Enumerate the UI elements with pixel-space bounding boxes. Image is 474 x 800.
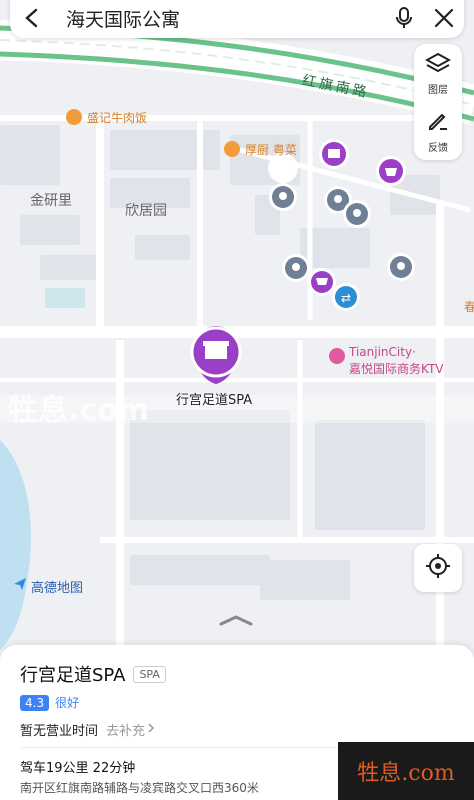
watermark-badge: 牲息.com — [338, 742, 474, 800]
back-arrow-icon[interactable] — [10, 0, 54, 40]
hours-text: 暂无营业时间 — [20, 724, 99, 739]
area-label-xinjuyuan: 欣居园 — [125, 203, 167, 219]
poi-label-ktv-line2: 嘉悦国际商务KTV — [349, 362, 444, 376]
address: 南开区红旗南路辅路与凌宾路交叉口西360米 — [20, 781, 259, 795]
close-icon[interactable] — [424, 0, 464, 38]
title-row: 行宫足道SPA SPA — [20, 661, 166, 687]
poi-label-ktv-line1: TianjinCity· — [349, 345, 416, 359]
watermark-text: 牲息.com — [357, 761, 455, 786]
drive-info: 驾车19公里 22分钟 — [20, 761, 136, 776]
search-bar[interactable]: 海天国际公寓 — [10, 0, 464, 38]
feedback-button[interactable]: 反馈 — [414, 102, 462, 160]
map-tools-panel: 图层 反馈 — [414, 44, 462, 160]
selected-poi-label[interactable]: 行宫足道SPA — [176, 389, 252, 408]
watermark-ghost: 牲息.com — [8, 393, 150, 428]
cart-marker-icon[interactable] — [308, 268, 336, 296]
shop-marker-icon[interactable] — [319, 139, 349, 169]
layers-button[interactable]: 图层 — [414, 44, 462, 102]
layers-icon — [424, 51, 452, 79]
location-pin-icon[interactable] — [282, 254, 310, 282]
feedback-label: 反馈 — [428, 142, 448, 154]
category-tag: SPA — [133, 665, 166, 683]
microphone-icon[interactable] — [384, 0, 424, 38]
feedback-pencil-icon — [426, 109, 450, 137]
rating-score: 4.3 — [20, 694, 50, 711]
poi-title: 行宫足道SPA — [20, 665, 126, 686]
area-label-jinyanli: 金研里 — [30, 193, 72, 209]
layers-label: 图层 — [428, 84, 448, 96]
search-query[interactable]: 海天国际公寓 — [66, 5, 384, 32]
locate-me-button[interactable] — [414, 544, 462, 592]
locate-crosshair-icon — [425, 553, 451, 583]
supplement-link[interactable]: 去补充 — [106, 720, 145, 739]
location-pin-icon[interactable] — [387, 253, 415, 281]
map-pin-tail-icon — [213, 378, 219, 384]
bus-stop-marker-icon[interactable]: ⇄ — [332, 283, 360, 311]
amap-logo: 高德地图 — [12, 576, 83, 596]
poi-label-beef: 盛记牛肉饭 — [87, 111, 148, 125]
location-pin-icon[interactable] — [343, 200, 371, 228]
poi-label-restaurant: 厚厨 粤菜 — [245, 143, 297, 157]
svg-text:⇄: ⇄ — [341, 291, 351, 305]
chevron-right-icon — [147, 722, 155, 738]
amap-arrow-icon — [12, 576, 28, 596]
rating-text: 很好 — [55, 696, 80, 710]
amap-logo-text: 高德地图 — [31, 580, 84, 596]
sheet-drag-handle[interactable] — [218, 612, 254, 631]
rating-row: 4.3 很好 — [20, 694, 79, 711]
basket-marker-icon[interactable] — [376, 156, 406, 186]
hours-row: 暂无营业时间 去补充 — [20, 720, 155, 739]
poi-label-edge: 春 — [464, 300, 474, 314]
